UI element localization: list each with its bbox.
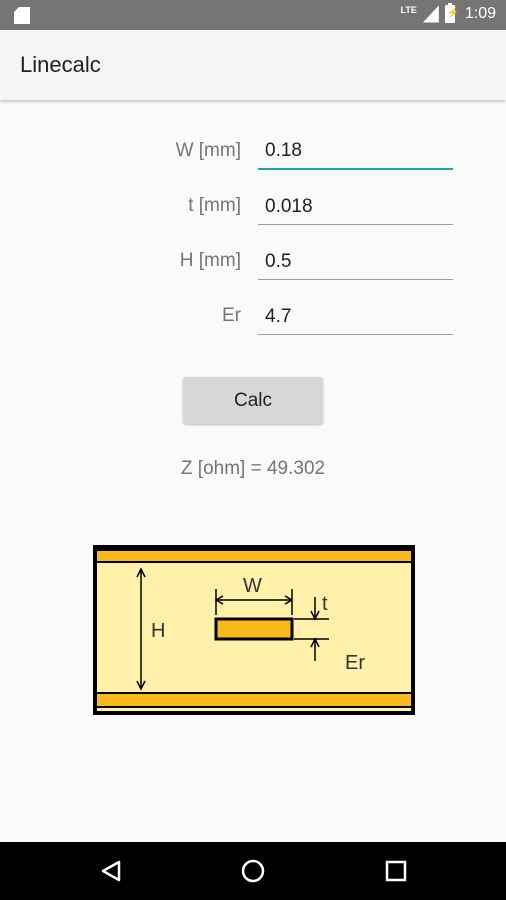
app-title: Linecalc [20, 52, 101, 77]
back-icon[interactable] [96, 856, 126, 886]
thickness-symbol: t [322, 593, 328, 615]
sd-card-icon [14, 7, 30, 24]
strip-conductor [214, 617, 294, 641]
status-icons: LTE ⚡ 1:09 [400, 3, 496, 23]
thickness-label: t [mm] [188, 195, 241, 216]
permittivity-input[interactable] [258, 299, 453, 335]
thickness-input[interactable] [258, 189, 453, 225]
signal-icon [422, 5, 439, 23]
bottom-ground-plane [95, 692, 413, 708]
stripline-diagram: H W t Er [93, 545, 415, 715]
height-label: H [mm] [179, 250, 241, 271]
clock: 1:09 [464, 5, 496, 22]
permittivity-label: Er [222, 305, 241, 326]
height-row: H [mm] [0, 242, 506, 282]
status-bar: LTE ⚡ 1:09 [0, 0, 506, 30]
home-icon[interactable] [238, 856, 268, 886]
height-symbol: H [151, 620, 165, 642]
calc-button[interactable]: Calc [183, 377, 323, 424]
impedance-result: Z [ohm] = 49.302 [180, 458, 326, 479]
recents-icon[interactable] [381, 856, 411, 886]
permittivity-row: Er [0, 297, 506, 337]
battery-icon: ⚡ [444, 3, 459, 23]
permittivity-symbol: Er [345, 652, 365, 674]
top-ground-plane [95, 549, 413, 563]
width-row: W [mm] [0, 132, 506, 172]
width-input[interactable] [258, 134, 453, 170]
thickness-row: t [mm] [0, 187, 506, 227]
app-bar: Linecalc [0, 30, 506, 100]
width-label: W [mm] [175, 140, 241, 161]
navigation-bar [0, 842, 506, 900]
width-symbol: W [243, 575, 262, 597]
height-input[interactable] [258, 244, 453, 280]
network-type-label: LTE [400, 5, 417, 15]
